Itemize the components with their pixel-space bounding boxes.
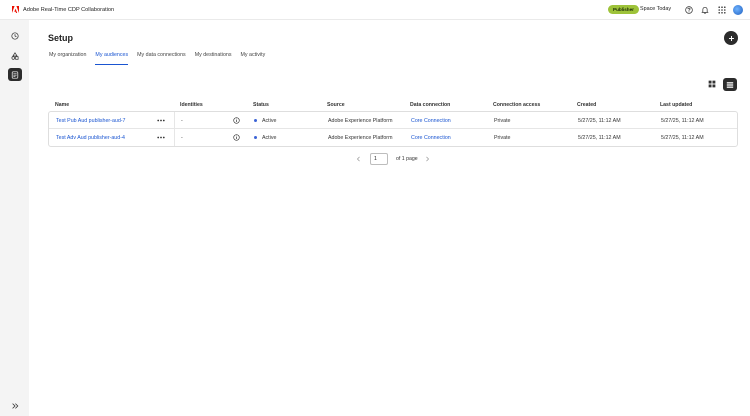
page-count-label: of 1 page	[396, 156, 418, 162]
connection-access-value: Private	[494, 117, 511, 124]
grid-view-button[interactable]	[706, 78, 718, 90]
page-number-input[interactable]: 1	[370, 153, 388, 165]
sidebar-item-recent[interactable]	[8, 29, 22, 42]
status-dot	[254, 119, 258, 123]
source-value: Adobe Experience Platform	[328, 117, 393, 124]
add-button[interactable]	[724, 31, 738, 45]
sidebar-item-explore[interactable]	[8, 49, 22, 62]
last-updated-value: 5/27/25, 11:12 AM	[661, 117, 704, 124]
setup-tabs: My organization My audiences My data con…	[49, 50, 274, 65]
data-connection-link[interactable]: Core Connection	[411, 118, 451, 124]
chevron-left-icon[interactable]	[355, 155, 362, 163]
more-actions-icon[interactable]	[156, 133, 166, 141]
list-view-icon	[726, 81, 734, 88]
data-connection-link[interactable]: Core Connection	[411, 135, 451, 141]
identities-value: -	[181, 117, 183, 124]
tab-my-data-connections[interactable]: My data connections	[137, 50, 186, 65]
space-switcher[interactable]: Space Today	[640, 6, 671, 12]
table-row[interactable]: Test Pub Aud publisher-aud-7 - Active Ad…	[49, 112, 737, 129]
status-dot	[254, 136, 258, 140]
shapes-icon	[11, 51, 19, 60]
avatar[interactable]	[733, 5, 743, 15]
chevron-right-icon[interactable]	[424, 155, 431, 163]
apps-grid-icon[interactable]	[717, 5, 726, 14]
table-header: Name Identities Status Source Data conne…	[48, 99, 738, 111]
adobe-logo-icon	[12, 6, 19, 13]
info-icon[interactable]	[233, 117, 240, 124]
list-view-button[interactable]	[723, 78, 737, 91]
app-header: Adobe Real-Time CDP Collaboration Publis…	[0, 0, 750, 20]
column-header-status[interactable]: Status	[253, 102, 269, 108]
double-chevron-right-icon	[12, 402, 19, 409]
column-header-data-connection[interactable]: Data connection	[410, 102, 450, 108]
more-actions-icon[interactable]	[156, 116, 166, 124]
sidebar-item-setup[interactable]	[8, 68, 22, 81]
table-body: Test Pub Aud publisher-aud-7 - Active Ad…	[48, 111, 738, 147]
page-title: Setup	[48, 33, 74, 43]
bell-icon[interactable]	[700, 5, 709, 14]
tab-my-activity[interactable]: My activity	[241, 50, 266, 65]
setup-icon	[11, 70, 19, 79]
sidebar	[0, 20, 29, 416]
sidebar-expand-button[interactable]	[8, 399, 22, 412]
role-badge[interactable]: Publisher	[608, 4, 639, 14]
connection-access-value: Private	[494, 134, 511, 141]
audience-name-link[interactable]: Test Pub Aud publisher-aud-7	[56, 118, 126, 124]
column-header-created[interactable]: Created	[577, 102, 596, 108]
column-header-name[interactable]: Name	[55, 102, 69, 108]
created-value: 5/27/25, 11:12 AM	[578, 117, 621, 124]
audiences-table: Name Identities Status Source Data conne…	[48, 99, 738, 147]
last-updated-value: 5/27/25, 11:12 AM	[661, 134, 704, 141]
column-header-identities[interactable]: Identities	[180, 102, 203, 108]
table-row[interactable]: Test Adv Aud publisher-aud-4 - Active Ad…	[49, 129, 737, 146]
column-header-source[interactable]: Source	[327, 102, 345, 108]
identities-value: -	[181, 134, 183, 141]
info-icon[interactable]	[233, 134, 240, 141]
app-title: Adobe Real-Time CDP Collaboration	[23, 7, 115, 13]
column-header-connection-access[interactable]: Connection access	[493, 102, 540, 108]
tab-my-audiences[interactable]: My audiences	[95, 50, 128, 65]
tab-my-destinations[interactable]: My destinations	[195, 50, 232, 65]
audience-name-link[interactable]: Test Adv Aud publisher-aud-4	[56, 135, 125, 141]
created-value: 5/27/25, 11:12 AM	[578, 134, 621, 141]
status-label: Active	[262, 117, 277, 124]
plus-icon	[728, 35, 734, 41]
help-icon[interactable]	[684, 5, 693, 14]
column-header-last-updated[interactable]: Last updated	[660, 102, 692, 108]
source-value: Adobe Experience Platform	[328, 134, 393, 141]
grid-view-icon	[708, 80, 716, 88]
tab-my-organization[interactable]: My organization	[49, 50, 86, 65]
main-content: Setup My organization My audiences My da…	[29, 20, 750, 416]
clock-icon	[11, 31, 19, 40]
status-label: Active	[262, 134, 277, 141]
